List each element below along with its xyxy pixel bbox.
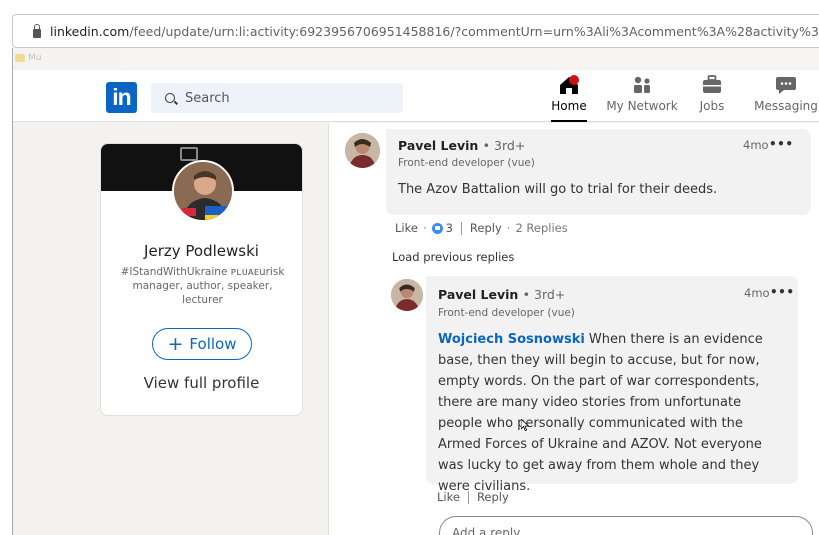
separator-dot: · <box>506 221 511 235</box>
linkedin-logo[interactable]: in <box>106 82 137 113</box>
comment-text: The Azov Battalion will go to trial for … <box>398 182 718 197</box>
nav-jobs[interactable]: Jobs <box>693 74 731 122</box>
replies-count[interactable]: 2 Replies <box>515 221 567 235</box>
lock-icon <box>33 23 41 38</box>
nav-home-label: Home <box>551 99 587 113</box>
follow-label: Follow <box>189 335 237 353</box>
follow-button[interactable]: + Follow <box>152 328 252 360</box>
add-reply-input[interactable]: Add a reply... <box>439 516 813 535</box>
separator-dot: · <box>422 221 427 235</box>
cover-logo-icon <box>180 147 198 161</box>
bookmarks-bar: Mu <box>13 48 819 68</box>
browser-viewport: Mu in Search Home My Network Jobs Messag… <box>12 48 819 535</box>
briefcase-icon <box>700 74 724 96</box>
reply-text: Wojciech Sosnowski When there is an evid… <box>438 329 783 497</box>
divider <box>460 221 462 235</box>
url-host: linkedin.com <box>50 23 130 39</box>
comment-more-icon[interactable]: ••• <box>769 137 794 151</box>
reply-more-icon[interactable]: ••• <box>770 285 795 299</box>
reply-avatar[interactable] <box>391 279 423 311</box>
load-previous-replies[interactable]: Load previous replies <box>392 250 514 264</box>
view-full-profile-link[interactable]: View full profile <box>101 374 302 392</box>
reply-author-headline: Front-end developer (vue) <box>438 307 575 319</box>
reply-like-button[interactable]: Like <box>437 490 460 504</box>
reply-time: 4mo <box>744 286 770 300</box>
address-bar[interactable]: linkedin.com/feed/update/urn:li:activity… <box>12 14 819 48</box>
reply-author-name: Pavel Levin <box>438 287 519 302</box>
comment-author-degree: • 3rd+ <box>482 138 526 153</box>
avatar[interactable] <box>172 160 234 222</box>
home-icon <box>557 74 581 96</box>
folder-icon <box>15 54 25 62</box>
comment-time: 4mo <box>743 138 769 152</box>
nav-home[interactable]: Home <box>551 74 587 122</box>
mouse-cursor-icon <box>521 419 529 431</box>
profile-name[interactable]: Jerzy Podlewski <box>101 242 302 260</box>
nav-messaging-label: Messaging <box>754 99 818 113</box>
comment-like-button[interactable]: Like <box>395 221 418 235</box>
profile-card: Jerzy Podlewski #IStandWithUkraine ᴘʟᴜᴀᴇ… <box>100 143 303 416</box>
reply-author[interactable]: Pavel Levin • 3rd+ <box>438 287 565 302</box>
comment-actions: Like · 3 Reply · 2 Replies <box>395 221 568 235</box>
reply-author-degree: • 3rd+ <box>522 287 566 302</box>
search-placeholder: Search <box>185 90 230 106</box>
comment-bubble: Pavel Levin • 3rd+ Front-end developer (… <box>386 129 811 215</box>
comment-avatar[interactable] <box>345 133 380 168</box>
reply-actions: Like Reply <box>437 490 509 504</box>
profile-headline: #IStandWithUkraine ᴘʟᴜᴀᴇurisk manager, a… <box>120 266 285 306</box>
divider <box>467 490 469 504</box>
nav-my-network[interactable]: My Network <box>605 74 679 122</box>
nav-my-network-label: My Network <box>606 99 678 113</box>
url-path: /feed/update/urn:li:activity:69239567069… <box>129 23 819 39</box>
nav-jobs-label: Jobs <box>699 99 725 113</box>
nav-messaging[interactable]: Messaging <box>749 74 819 122</box>
search-icon <box>165 93 175 103</box>
reply-reply-button[interactable]: Reply <box>477 490 509 504</box>
comment-author[interactable]: Pavel Levin • 3rd+ <box>398 138 525 153</box>
bookmark-folder[interactable]: Mu <box>15 53 41 63</box>
reply-bubble: Pavel Levin • 3rd+ Front-end developer (… <box>426 276 798 494</box>
bookmark-folder-label: Mu <box>28 53 42 63</box>
comments-section: Pavel Levin • 3rd+ Front-end developer (… <box>328 123 819 535</box>
plus-icon: + <box>167 332 184 355</box>
add-reply-placeholder: Add a reply... <box>452 526 531 535</box>
mention-link[interactable]: Wojciech Sosnowski <box>438 332 585 347</box>
comment-reply-button[interactable]: Reply <box>470 221 502 235</box>
chat-icon <box>774 74 798 96</box>
reply-body: When there is an evidence base, then the… <box>438 332 763 494</box>
top-navbar: in Search Home My Network Jobs Messaging <box>13 70 819 122</box>
comment-author-headline: Front-end developer (vue) <box>398 157 535 169</box>
network-icon <box>630 74 654 96</box>
comment-author-name: Pavel Levin <box>398 138 479 153</box>
like-reaction-icon <box>431 222 443 234</box>
reaction-count[interactable]: 3 <box>446 221 453 235</box>
search-input[interactable]: Search <box>151 83 403 113</box>
